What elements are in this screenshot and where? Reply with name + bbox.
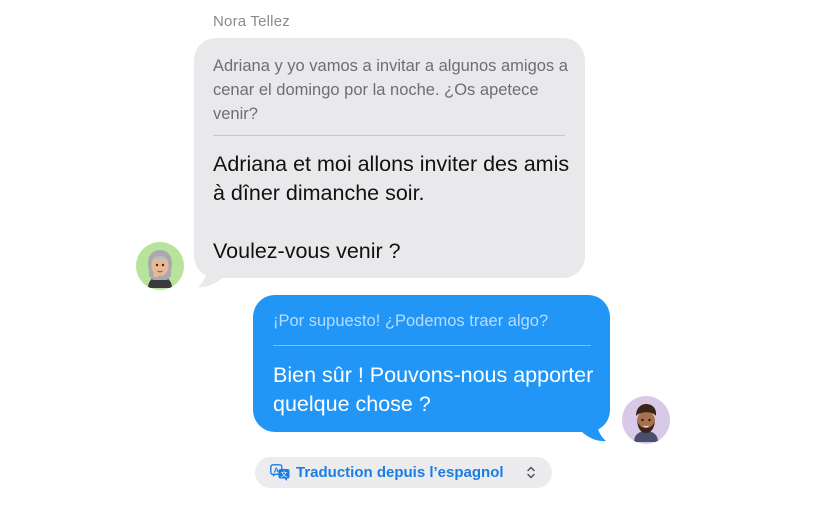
- incoming-translated-text-question: Voulez-vous venir ?: [213, 239, 401, 263]
- sender-name: Nora Tellez: [213, 13, 290, 30]
- avatar-nora[interactable]: [136, 242, 184, 290]
- avatar-me[interactable]: [622, 396, 670, 444]
- memoji-man-icon: [634, 404, 658, 442]
- memoji-woman-icon: [148, 250, 172, 288]
- outgoing-translated-text: Bien sûr ! Pouvons-nous apporter quelque…: [273, 363, 594, 416]
- translate-icon: A 文: [270, 464, 290, 481]
- translation-source-button[interactable]: A 文 Traduction depuis l’espagnol: [255, 457, 552, 488]
- chevron-up-down-icon: [527, 466, 535, 479]
- incoming-translated-text: Adriana et moi allons inviter des amis à…: [213, 152, 570, 205]
- outgoing-divider: [273, 345, 591, 346]
- svg-text:文: 文: [281, 470, 288, 479]
- translation-source-label: Traduction depuis l’espagnol: [296, 464, 504, 481]
- incoming-divider: [213, 135, 565, 136]
- incoming-original-text: Adriana y yo vamos a invitar a algunos a…: [213, 57, 568, 123]
- outgoing-bubble-tail: [578, 416, 606, 442]
- outgoing-original-text: ¡Por supuesto! ¿Podemos traer algo?: [273, 312, 549, 330]
